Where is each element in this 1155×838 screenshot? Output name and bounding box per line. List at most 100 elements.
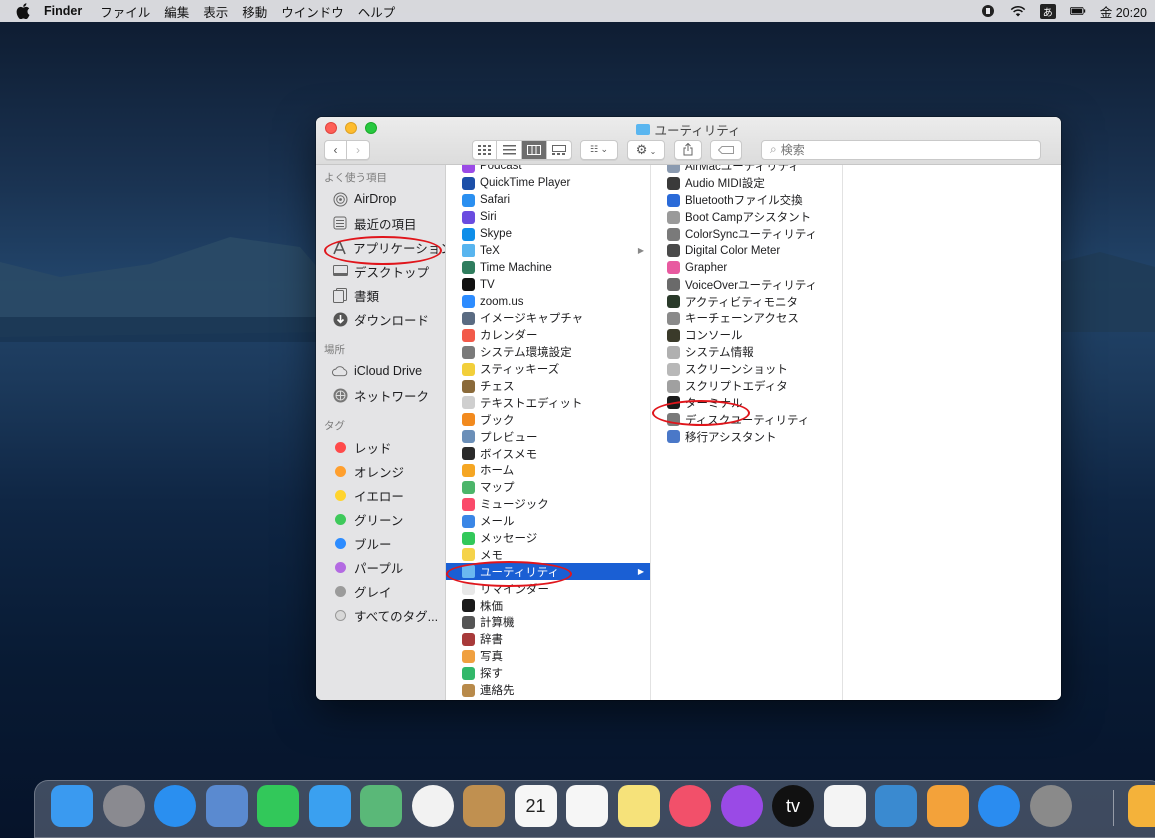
back-button[interactable]: ‹: [324, 139, 347, 160]
facetime-icon[interactable]: [257, 785, 299, 827]
wifi-icon[interactable]: [1010, 3, 1026, 19]
application-item[interactable]: システム環境設定: [446, 344, 650, 361]
application-item[interactable]: 連絡先: [446, 682, 650, 699]
utility-app-icon[interactable]: [1128, 785, 1155, 827]
sidebar-tag-purple[interactable]: パープル: [316, 555, 445, 579]
maps-icon[interactable]: [360, 785, 402, 827]
application-item[interactable]: TeX ▶: [446, 242, 650, 259]
application-item[interactable]: Skype: [446, 226, 650, 243]
sidebar-tag-yellow[interactable]: イエロー: [316, 483, 445, 507]
application-item[interactable]: 写真: [446, 648, 650, 665]
view-columns-button[interactable]: [522, 139, 547, 160]
search-field[interactable]: ⌕: [761, 139, 1041, 160]
application-item[interactable]: プレビュー: [446, 428, 650, 445]
keynote-icon[interactable]: [875, 785, 917, 827]
application-item[interactable]: TV: [446, 276, 650, 293]
sidebar-item-recents[interactable]: 最近の項目: [316, 211, 445, 235]
battery-icon[interactable]: [1069, 3, 1086, 19]
mail-icon[interactable]: [205, 785, 248, 827]
application-item[interactable]: テキストエディット: [446, 394, 650, 411]
application-item[interactable]: 計算機: [446, 614, 650, 631]
application-item[interactable]: ボイスメモ: [446, 445, 650, 462]
utility-item[interactable]: Digital Color Meter: [651, 242, 842, 259]
utility-item[interactable]: キーチェーンアクセス: [651, 310, 842, 327]
utility-item[interactable]: Grapher: [651, 259, 842, 276]
application-item[interactable]: チェス: [446, 378, 650, 395]
menu-view[interactable]: 表示: [203, 2, 228, 21]
numbers-icon[interactable]: [823, 785, 866, 827]
music-icon[interactable]: [669, 785, 711, 827]
menu-file[interactable]: ファイル: [100, 2, 150, 21]
application-item[interactable]: QuickTime Player: [446, 175, 650, 192]
utility-item[interactable]: AirMacユーティリティ: [651, 165, 842, 175]
application-item[interactable]: 探す: [446, 665, 650, 682]
search-input[interactable]: [780, 142, 981, 157]
application-item[interactable]: メッセージ: [446, 530, 650, 547]
apple-icon[interactable]: [16, 3, 30, 19]
menu-app-name[interactable]: Finder: [44, 4, 82, 18]
app-store-icon[interactable]: [978, 785, 1020, 827]
sidebar-item-airdrop[interactable]: AirDrop: [316, 187, 445, 211]
calendar-icon[interactable]: 21: [514, 785, 557, 827]
sidebar-item-network[interactable]: ネットワーク: [316, 383, 445, 407]
utility-item[interactable]: Audio MIDI設定: [651, 175, 842, 192]
sidebar-item-downloads[interactable]: ダウンロード: [316, 307, 445, 331]
utility-item[interactable]: 移行アシスタント: [651, 428, 842, 445]
application-item[interactable]: ブック: [446, 411, 650, 428]
application-item[interactable]: 辞書: [446, 631, 650, 648]
utility-item[interactable]: ColorSyncユーティリティ: [651, 226, 842, 243]
application-item[interactable]: Safari: [446, 192, 650, 209]
sidebar-tag-red[interactable]: レッド: [316, 435, 445, 459]
application-item[interactable]: 株価: [446, 597, 650, 614]
input-method-icon[interactable]: あ: [1039, 3, 1056, 19]
sidebar-tag-orange[interactable]: オレンジ: [316, 459, 445, 483]
menu-clock[interactable]: 金 20:20: [1100, 2, 1147, 21]
utility-item[interactable]: Boot Campアシスタント: [651, 209, 842, 226]
finder-icon[interactable]: [51, 785, 93, 827]
system-preferences-icon[interactable]: [1029, 785, 1072, 827]
contacts-icon[interactable]: [463, 785, 505, 827]
tags-button[interactable]: [710, 139, 742, 160]
photos-icon[interactable]: [411, 785, 454, 827]
utility-item[interactable]: アクティビティモニタ: [651, 293, 842, 310]
reminders-icon[interactable]: [566, 785, 608, 827]
group-by-button[interactable]: ☷ ⌄: [580, 139, 618, 160]
application-item[interactable]: ミュージック: [446, 496, 650, 513]
utility-item[interactable]: システム情報: [651, 344, 842, 361]
application-item[interactable]: カレンダー: [446, 327, 650, 344]
sidebar-tag-green[interactable]: グリーン: [316, 507, 445, 531]
tv-icon[interactable]: tv: [772, 785, 814, 827]
sidebar-item-icloud[interactable]: iCloud Drive: [316, 359, 445, 383]
application-item[interactable]: イメージキャプチャ: [446, 310, 650, 327]
sidebar-item-documents[interactable]: 書類: [316, 283, 445, 307]
application-item[interactable]: zoom.us: [446, 293, 650, 310]
view-gallery-button[interactable]: [547, 139, 572, 160]
launchpad-icon[interactable]: [102, 785, 145, 827]
application-item[interactable]: Time Machine: [446, 259, 650, 276]
action-menu-button[interactable]: ⚙︎ ⌄: [627, 139, 665, 160]
application-item[interactable]: メモ: [446, 546, 650, 563]
menu-go[interactable]: 移動: [242, 2, 267, 21]
application-item[interactable]: メール: [446, 513, 650, 530]
view-icons-button[interactable]: [472, 139, 497, 160]
application-item[interactable]: マップ: [446, 479, 650, 496]
application-item[interactable]: ホーム: [446, 462, 650, 479]
utility-item[interactable]: スクリプトエディタ: [651, 378, 842, 395]
share-button[interactable]: [674, 139, 702, 160]
menu-window[interactable]: ウインドウ: [281, 2, 344, 21]
sidebar-tag-blue[interactable]: ブルー: [316, 531, 445, 555]
podcasts-icon[interactable]: [720, 785, 763, 827]
utility-item[interactable]: スクリーンショット: [651, 361, 842, 378]
status-menu-icon[interactable]: [980, 3, 996, 19]
view-list-button[interactable]: [497, 139, 522, 160]
safari-icon[interactable]: [154, 785, 196, 827]
sidebar-all-tags[interactable]: すべてのタグ...: [316, 603, 445, 627]
notes-icon[interactable]: [617, 785, 660, 827]
utility-item[interactable]: コンソール: [651, 327, 842, 344]
application-item[interactable]: Siri: [446, 209, 650, 226]
utility-item[interactable]: Bluetoothファイル交換: [651, 192, 842, 209]
application-item[interactable]: スティッキーズ: [446, 361, 650, 378]
messages-icon[interactable]: [308, 785, 351, 827]
forward-button[interactable]: ›: [347, 139, 370, 160]
application-item[interactable]: Podcast: [446, 165, 650, 175]
